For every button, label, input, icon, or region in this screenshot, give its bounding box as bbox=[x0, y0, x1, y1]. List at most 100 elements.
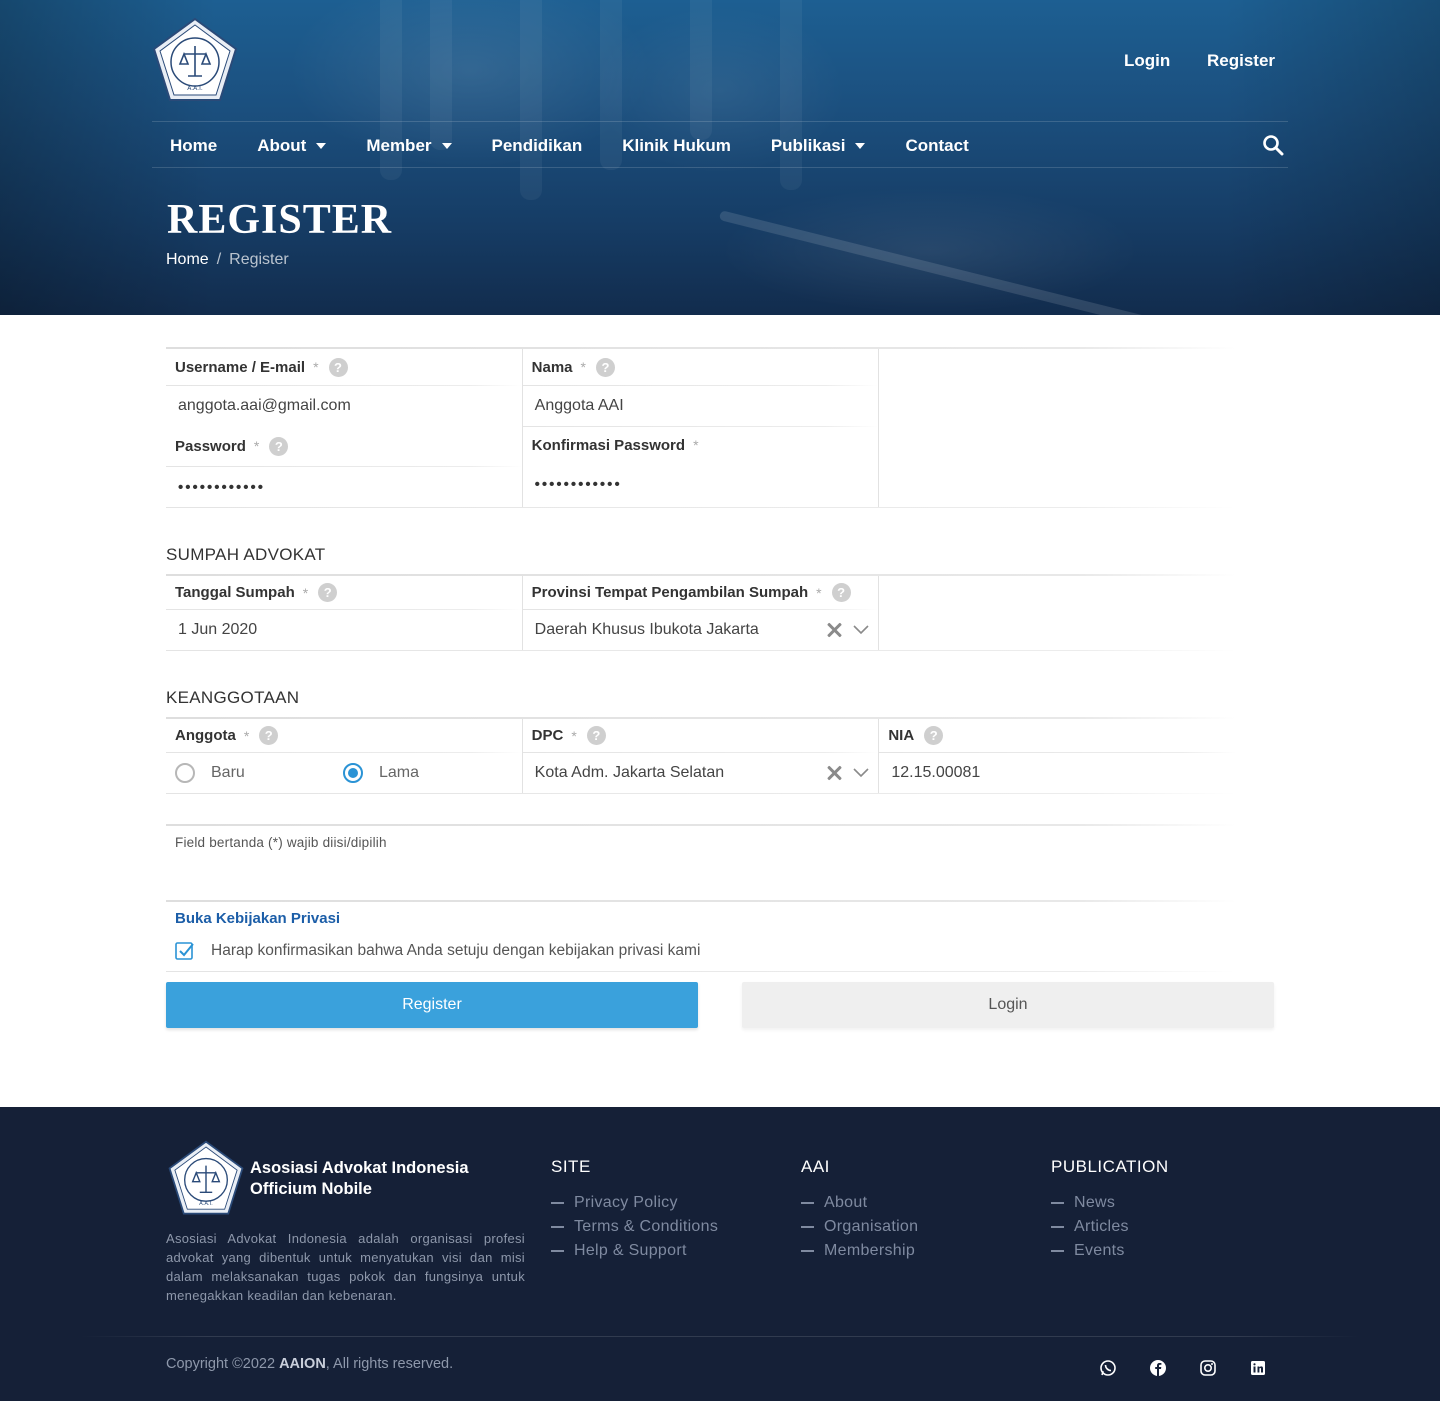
breadcrumb-home-link[interactable]: Home bbox=[166, 251, 209, 269]
nia-label: NIA? bbox=[879, 719, 1236, 752]
nama-label: Nama *? bbox=[523, 349, 879, 385]
password-input[interactable]: •••••••••••• bbox=[166, 467, 522, 507]
nav-item-contact[interactable]: Contact bbox=[905, 136, 968, 156]
login-button[interactable]: Login bbox=[742, 982, 1274, 1028]
footer-link-membership[interactable]: Membership bbox=[801, 1239, 918, 1263]
password-label: Password *? bbox=[166, 426, 522, 466]
help-icon[interactable]: ? bbox=[328, 357, 348, 377]
anggota-radio-group: Baru Lama bbox=[166, 753, 522, 793]
breadcrumb-current: Register bbox=[229, 251, 289, 268]
search-icon[interactable] bbox=[1262, 134, 1284, 156]
whatsapp-icon[interactable] bbox=[1099, 1359, 1117, 1377]
footer-link-help[interactable]: Help & Support bbox=[551, 1239, 718, 1263]
konfirmasi-password-label: Konfirmasi Password * bbox=[531, 436, 699, 454]
anggota-field-group: Anggota *? Baru Lama bbox=[166, 719, 523, 793]
nav-item-member[interactable]: Member bbox=[366, 136, 452, 156]
clear-icon[interactable] bbox=[826, 765, 842, 781]
nia-field-group: NIA? 12.15.00081 bbox=[879, 719, 1236, 793]
privacy-policy-link[interactable]: Buka Kebijakan Privasi bbox=[166, 910, 1236, 927]
breadcrumb-separator: / bbox=[216, 251, 222, 268]
section-title-sumpah: SUMPAH ADVOKAT bbox=[166, 545, 326, 564]
provinsi-field-group: Provinsi Tempat Pengambilan Sumpah *? Dae… bbox=[522, 576, 880, 650]
help-icon[interactable]: ? bbox=[318, 583, 338, 602]
help-icon[interactable]: ? bbox=[259, 726, 279, 745]
footer-brand-motto: Officium Nobile bbox=[250, 1180, 372, 1198]
provinsi-select[interactable]: Daerah Khusus Ibukota Jakarta bbox=[523, 610, 879, 650]
hero-header: A.A.I. Login Register Home About Member … bbox=[0, 0, 1440, 315]
footer-link-articles[interactable]: Articles bbox=[1051, 1215, 1169, 1239]
required-field-note: Field bertanda (*) wajib diisi/dipilih bbox=[175, 835, 387, 850]
caret-down-icon bbox=[441, 143, 452, 149]
aai-footer-logo[interactable]: A.A.I. bbox=[166, 1139, 246, 1219]
radio-lama[interactable] bbox=[343, 763, 363, 783]
help-icon[interactable]: ? bbox=[831, 583, 851, 602]
instagram-icon[interactable] bbox=[1199, 1359, 1217, 1377]
tanggal-sumpah-label: Tanggal Sumpah *? bbox=[166, 576, 522, 609]
nav-divider-top bbox=[152, 121, 1288, 122]
section-title-keanggotaan: KEANGGOTAAN bbox=[166, 688, 300, 707]
nama-input[interactable]: Anggota AAI bbox=[523, 386, 879, 426]
anggota-label: Anggota *? bbox=[166, 719, 522, 752]
footer-link-organisation[interactable]: Organisation bbox=[801, 1215, 918, 1239]
chevron-down-icon[interactable] bbox=[852, 767, 870, 779]
nav-item-klinik-hukum[interactable]: Klinik Hukum bbox=[622, 136, 731, 156]
caret-down-icon bbox=[316, 143, 327, 149]
footer-link-events[interactable]: Events bbox=[1051, 1239, 1169, 1263]
facebook-icon[interactable] bbox=[1149, 1359, 1167, 1377]
radio-baru[interactable] bbox=[175, 763, 195, 783]
konfirmasi-password-input[interactable]: •••••••••••• bbox=[523, 463, 879, 505]
help-icon[interactable]: ? bbox=[269, 436, 289, 456]
nav-item-publikasi[interactable]: Publikasi bbox=[771, 136, 866, 156]
footer-divider bbox=[80, 1336, 1360, 1337]
aai-logo[interactable]: A.A.I. bbox=[150, 16, 240, 106]
main-nav: Home About Member Pendidikan Klinik Huku… bbox=[170, 134, 1009, 158]
footer-link-privacy-policy[interactable]: Privacy Policy bbox=[551, 1191, 718, 1215]
clear-icon[interactable] bbox=[826, 622, 842, 638]
nia-input[interactable]: 12.15.00081 bbox=[879, 753, 1236, 793]
nav-item-home[interactable]: Home bbox=[170, 136, 217, 156]
chevron-down-icon[interactable] bbox=[852, 624, 870, 636]
linkedin-icon[interactable] bbox=[1249, 1359, 1267, 1377]
top-register-link[interactable]: Register bbox=[1207, 51, 1275, 71]
help-icon[interactable]: ? bbox=[924, 726, 944, 745]
account-row: Username / E-mail *? anggota.aai@gmail.co… bbox=[166, 349, 1236, 507]
svg-text:A.A.I.: A.A.I. bbox=[199, 1201, 213, 1207]
copyright-text: Copyright ©2022 AAION, All rights reserv… bbox=[166, 1356, 454, 1372]
nav-divider-bottom bbox=[152, 167, 1288, 168]
username-field-group: Username / E-mail *? anggota.aai@gmail.co… bbox=[166, 349, 523, 507]
svg-text:A.A.I.: A.A.I. bbox=[187, 85, 203, 92]
nav-item-pendidikan[interactable]: Pendidikan bbox=[492, 136, 583, 156]
caret-down-icon bbox=[855, 143, 866, 149]
nav-item-about[interactable]: About bbox=[257, 136, 327, 156]
tanggal-sumpah-input[interactable]: 1 Jun 2020 bbox=[166, 610, 522, 650]
help-icon[interactable]: ? bbox=[586, 726, 606, 745]
username-label: Username / E-mail *? bbox=[166, 349, 522, 385]
form-divider bbox=[166, 971, 1236, 972]
footer-link-about[interactable]: About bbox=[801, 1191, 918, 1215]
top-login-link[interactable]: Login bbox=[1124, 51, 1170, 71]
register-form: Username / E-mail *? anggota.aai@gmail.co… bbox=[166, 347, 1236, 972]
footer-link-news[interactable]: News bbox=[1051, 1191, 1169, 1215]
keanggotaan-row: Anggota *? Baru Lama DPC *? Kota Adm. Jaka… bbox=[166, 719, 1236, 793]
footer-about-text: Asosiasi Advokat Indonesia adalah organi… bbox=[166, 1231, 525, 1303]
footer-col-title: PUBLICATION bbox=[1051, 1157, 1169, 1176]
register-button[interactable]: Register bbox=[166, 982, 698, 1028]
privacy-consent-label[interactable]: Harap konfirmasikan bahwa Anda setuju de… bbox=[211, 942, 700, 960]
dpc-select[interactable]: Kota Adm. Jakarta Selatan bbox=[523, 753, 879, 793]
help-icon[interactable]: ? bbox=[595, 357, 615, 377]
privacy-consent-checkbox[interactable] bbox=[175, 941, 195, 961]
footer: A.A.I. Asosiasi Advokat Indonesia Offici… bbox=[0, 1107, 1440, 1401]
privacy-consent-row: Harap konfirmasikan bahwa Anda setuju de… bbox=[166, 941, 1236, 961]
footer-col-aai: AAI About Organisation Membership bbox=[801, 1157, 918, 1263]
dpc-label: DPC *? bbox=[523, 719, 879, 752]
breadcrumb: Home / Register bbox=[166, 251, 289, 269]
radio-lama-label[interactable]: Lama bbox=[379, 764, 419, 782]
radio-baru-label[interactable]: Baru bbox=[211, 764, 343, 782]
footer-link-terms[interactable]: Terms & Conditions bbox=[551, 1215, 718, 1239]
empty-cell bbox=[879, 576, 1236, 650]
tanggal-sumpah-field-group: Tanggal Sumpah *? 1 Jun 2020 bbox=[166, 576, 523, 650]
footer-col-title: AAI bbox=[801, 1157, 830, 1176]
footer-col-publication: PUBLICATION News Articles Events bbox=[1051, 1157, 1169, 1263]
nama-field-group: Nama *? Anggota AAI Konfirmasi Password * … bbox=[522, 349, 880, 507]
username-input[interactable]: anggota.aai@gmail.com bbox=[166, 386, 522, 426]
